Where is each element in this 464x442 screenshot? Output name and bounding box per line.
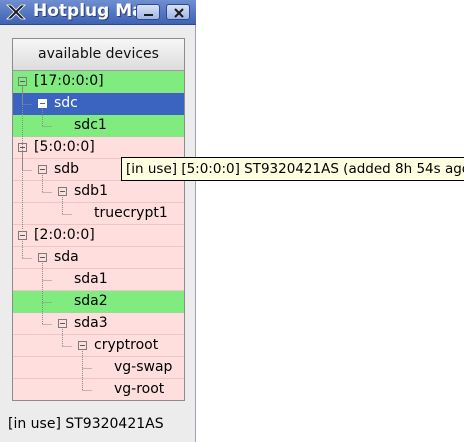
tree-row[interactable]: sdc <box>13 93 184 115</box>
close-icon <box>174 8 184 18</box>
tree-row-label: sda2 <box>74 293 108 309</box>
tree-row-label: sdb <box>54 161 80 177</box>
tree-row-label: sdc <box>54 95 78 111</box>
tree-row[interactable]: sdc1 <box>13 115 184 137</box>
device-tree[interactable]: available devices [17:0:0:0] sdc sdc1 [5:0:… <box>12 38 185 401</box>
collapse-icon[interactable] <box>18 231 27 240</box>
app-x-icon <box>6 4 26 20</box>
minimize-button[interactable] <box>136 4 160 20</box>
tree-row[interactable]: truecrypt1 <box>13 203 184 225</box>
minimize-icon <box>144 14 153 16</box>
tree-row[interactable]: [5:0:0:0] <box>13 137 184 159</box>
collapse-icon[interactable] <box>18 143 27 152</box>
tree-row[interactable]: sda3 <box>13 313 184 335</box>
tree-row[interactable]: [17:0:0:0] <box>13 71 184 93</box>
close-button[interactable] <box>166 4 190 20</box>
tree-row[interactable]: sda1 <box>13 269 184 291</box>
tree-row[interactable]: sda <box>13 247 184 269</box>
device-tooltip: [in use] [5:0:0:0] ST9320421AS (added 8h… <box>121 157 464 181</box>
hotplug-manager-window: Hotplug Man available devices [17:0:0:0]… <box>0 0 196 442</box>
collapse-icon[interactable] <box>18 77 27 86</box>
tree-row[interactable]: vg-swap <box>13 357 184 379</box>
tree-row-label: sdb1 <box>74 183 108 199</box>
collapse-icon[interactable] <box>38 253 47 262</box>
tree-row[interactable]: sda2 <box>13 291 184 313</box>
tree-row[interactable]: sdb1 <box>13 181 184 203</box>
tree-row-label: [5:0:0:0] <box>34 139 95 155</box>
status-bar: [in use] ST9320421AS <box>8 416 164 432</box>
title-bar[interactable]: Hotplug Man <box>0 0 196 25</box>
collapse-icon[interactable] <box>38 165 47 174</box>
tree-row-label: [2:0:0:0] <box>34 227 95 243</box>
tree-row-label: vg-swap <box>114 359 173 375</box>
tree-row-label: sdc1 <box>74 117 107 133</box>
tree-column-header[interactable]: available devices <box>13 39 184 71</box>
collapse-icon[interactable] <box>38 99 47 108</box>
collapse-icon[interactable] <box>58 187 67 196</box>
tree-row-label: [17:0:0:0] <box>34 73 104 89</box>
collapse-icon[interactable] <box>58 319 67 328</box>
tree-row[interactable]: vg-root <box>13 379 184 400</box>
tree-row[interactable]: [2:0:0:0] <box>13 225 184 247</box>
tree-row-label: sda3 <box>74 315 108 331</box>
collapse-icon[interactable] <box>78 341 87 350</box>
tree-row-label: sda1 <box>74 271 108 287</box>
tree-row-label: cryptroot <box>94 337 159 353</box>
tree-row-label: sda <box>54 249 79 265</box>
tree-row[interactable]: cryptroot <box>13 335 184 357</box>
tree-row-label: vg-root <box>114 381 165 397</box>
tree-row-label: truecrypt1 <box>94 205 168 221</box>
